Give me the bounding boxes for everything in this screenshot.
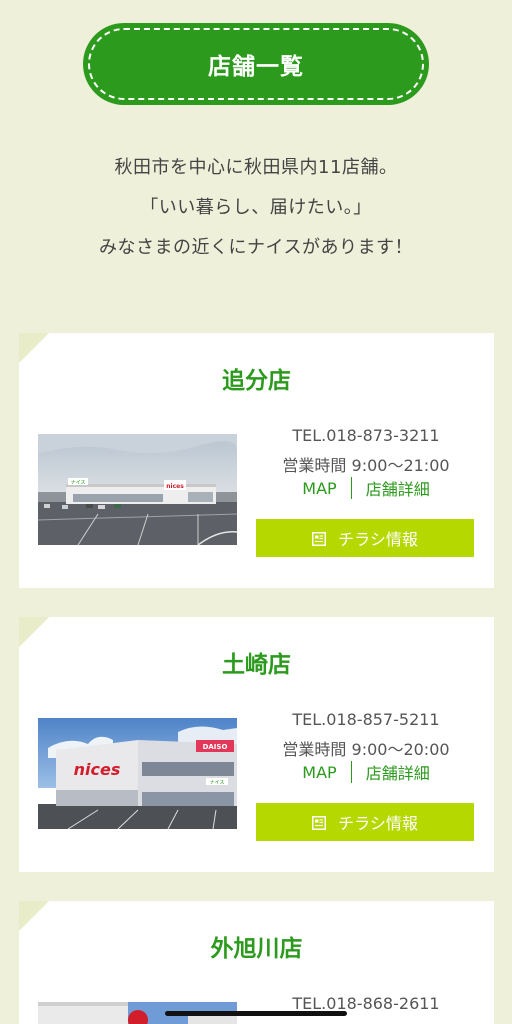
svg-text:DAISO: DAISO xyxy=(203,743,228,751)
store-detail-link[interactable]: 店舗詳細 xyxy=(366,476,430,500)
flyer-button-label: チラシ情報 xyxy=(338,814,418,833)
store-hours: 営業時間 9:00～21:00 xyxy=(282,456,450,475)
svg-text:nices: nices xyxy=(166,483,184,490)
flyer-button[interactable]: チラシ情報 xyxy=(256,803,474,841)
intro-line: 秋田市を中心に秋田県内11店舗。 xyxy=(114,157,398,178)
card-corner-decoration xyxy=(19,333,49,363)
store-card: 外旭川店 TEL.018-868-2611 xyxy=(19,901,494,1024)
link-divider xyxy=(350,761,352,783)
store-links: MAP 店舗詳細 xyxy=(257,760,475,784)
flyer-button[interactable]: チラシ情報 xyxy=(256,519,474,557)
store-links: MAP 店舗詳細 xyxy=(257,476,475,500)
flyer-button-label: チラシ情報 xyxy=(338,530,418,549)
store-detail-link[interactable]: 店舗詳細 xyxy=(366,760,430,784)
store-photo[interactable]: DAISO nices ナイス xyxy=(38,718,237,829)
store-phone: TEL.018-873-3211 xyxy=(292,426,440,445)
map-link[interactable]: MAP xyxy=(302,479,336,498)
intro-line: みなさまの近くにナイスがあります！ xyxy=(99,237,413,258)
store-hours: 営業時間 9:00～20:00 xyxy=(282,740,450,759)
store-list-title-badge: 店舗一覧 xyxy=(83,23,429,105)
store-name: 追分店 xyxy=(222,368,291,394)
card-corner-decoration xyxy=(19,617,49,647)
store-name: 土崎店 xyxy=(222,652,291,678)
store-photo[interactable]: ナイス nices xyxy=(38,434,237,545)
flyer-document-icon xyxy=(312,531,327,546)
home-indicator[interactable] xyxy=(165,1011,347,1016)
svg-text:ナイス: ナイス xyxy=(71,480,86,486)
intro-line: 「いい暮らし、届けたい。」 xyxy=(140,197,372,218)
card-corner-decoration xyxy=(19,901,49,931)
map-link[interactable]: MAP xyxy=(302,763,336,782)
svg-text:ナイス: ナイス xyxy=(210,780,225,786)
page-title: 店舗一覧 xyxy=(208,54,304,80)
intro-text: 秋田市を中心に秋田県内11店舗。 「いい暮らし、届けたい。」 みなさまの近くにナ… xyxy=(0,148,512,268)
link-divider xyxy=(350,477,352,499)
flyer-document-icon xyxy=(312,815,327,830)
store-card: 追分店 ナイス nices TEL.018-873-3211 営業時間 9:00… xyxy=(19,333,494,588)
svg-text:nices: nices xyxy=(74,760,121,779)
store-card: 土崎店 DAISO nices ナイス TEL.018-857-5211 営業時… xyxy=(19,617,494,872)
store-phone: TEL.018-857-5211 xyxy=(292,710,440,729)
store-name: 外旭川店 xyxy=(210,936,303,962)
